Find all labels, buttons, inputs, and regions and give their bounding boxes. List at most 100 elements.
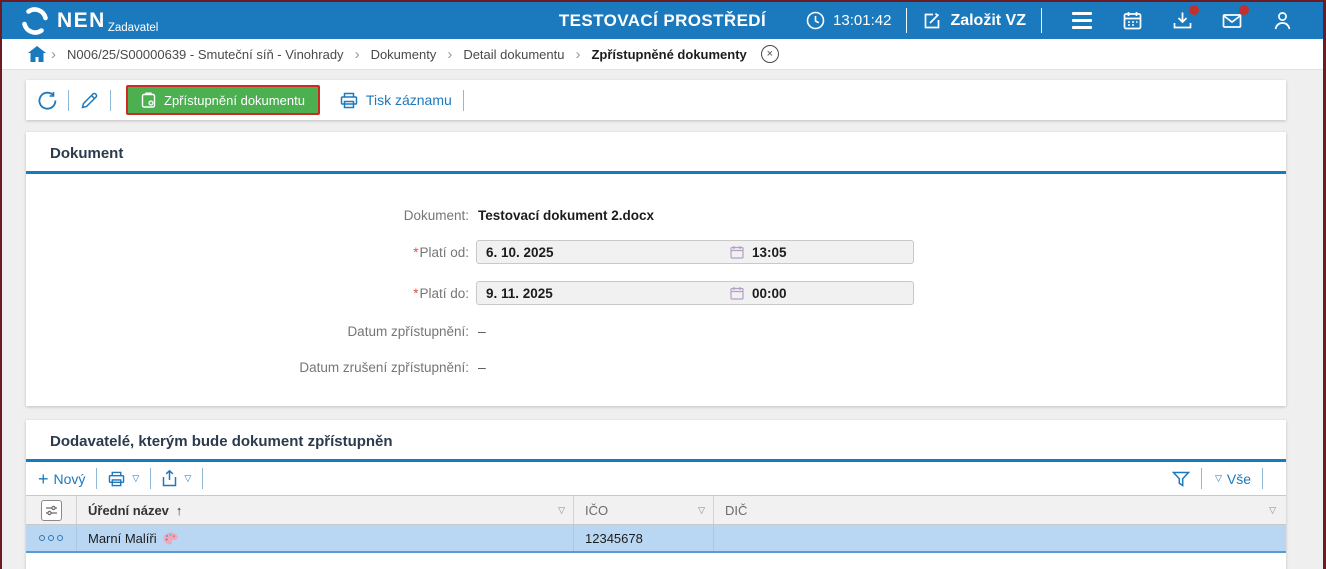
- plati-do-label: *Platí do:: [26, 286, 469, 301]
- datum-zpristupneni-label: Datum zpřístupnění:: [26, 324, 469, 339]
- divider: [1041, 8, 1042, 33]
- printer-icon: [340, 92, 358, 109]
- print-record-label: Tisk záznamu: [366, 92, 452, 108]
- suppliers-section-title: Dodavatelé, kterým bude dokument zpřístu…: [26, 420, 1286, 459]
- edit-pencil-icon[interactable]: [80, 91, 99, 110]
- plati-od-time-value[interactable]: 13:05: [752, 245, 787, 260]
- plati-do-date-value[interactable]: 9. 11. 2025: [477, 286, 730, 301]
- divider: [463, 90, 464, 111]
- supplier-dic-cell: [714, 525, 1286, 551]
- action-toolbar: Zpřístupnění dokumentu Tisk záznamu: [26, 80, 1286, 120]
- breadcrumb-separator-icon: ›: [447, 46, 452, 63]
- view-all-dropdown[interactable]: ▽ Vše: [1213, 471, 1251, 487]
- field-row-plati-od: *Platí od: 6. 10. 2025 13:05: [26, 240, 1286, 264]
- user-profile-icon[interactable]: [1270, 9, 1294, 33]
- nen-swirl-icon: [20, 6, 50, 36]
- close-tab-icon[interactable]: ×: [761, 45, 779, 63]
- dropdown-caret-icon: ▽: [184, 473, 191, 484]
- filter-button[interactable]: [1172, 471, 1190, 487]
- calendar-picker-icon[interactable]: [730, 286, 744, 300]
- clock-time: 13:01:42: [833, 12, 891, 29]
- notification-badge: [1189, 5, 1199, 15]
- plati-od-date-value[interactable]: 6. 10. 2025: [477, 245, 730, 260]
- clock-display: 13:01:42: [806, 11, 891, 30]
- field-row-datum-zruseni: Datum zrušení zpřístupnění: –: [26, 355, 1286, 379]
- view-all-label: Vše: [1227, 471, 1251, 487]
- menu-icon[interactable]: [1070, 9, 1094, 33]
- dokument-value: Testovací dokument 2.docx: [478, 208, 654, 223]
- plus-icon: +: [38, 470, 49, 488]
- brand-role: Zadavatel: [108, 22, 159, 34]
- calendar-icon[interactable]: [1120, 9, 1144, 33]
- supplier-name: Marní Malíři: [88, 531, 157, 546]
- access-document-label: Zpřístupnění dokumentu: [164, 93, 305, 108]
- column-label: Úřední název: [88, 503, 169, 518]
- downloads-icon[interactable]: [1170, 9, 1194, 33]
- print-menu-button[interactable]: ▽: [108, 471, 139, 487]
- breadcrumb-item-procedure[interactable]: N006/25/S00000639 - Smuteční síň - Vinoh…: [67, 47, 344, 62]
- palette-icon: [163, 532, 178, 545]
- breadcrumb: › N006/25/S00000639 - Smuteční síň - Vin…: [2, 39, 1323, 70]
- mail-icon[interactable]: [1220, 9, 1244, 33]
- plati-do-datetime-input[interactable]: 9. 11. 2025 00:00: [476, 281, 914, 305]
- sort-ascending-icon: ↑: [176, 503, 183, 518]
- refresh-icon[interactable]: [38, 91, 57, 110]
- access-document-button[interactable]: Zpřístupnění dokumentu: [126, 85, 320, 115]
- suppliers-section: Dodavatelé, kterým bude dokument zpřístu…: [26, 420, 1286, 569]
- supplier-name-cell: Marní Malíři: [77, 525, 574, 551]
- column-label: DIČ: [725, 503, 747, 518]
- column-filter-icon[interactable]: ▽: [1269, 505, 1276, 516]
- required-marker: *: [413, 245, 418, 260]
- document-section-title: Dokument: [26, 132, 1286, 171]
- field-row-datum-zpristupneni: Datum zpřístupnění: –: [26, 319, 1286, 343]
- field-row-plati-do: *Platí do: 9. 11. 2025 00:00: [26, 281, 1286, 305]
- column-config-cell: [26, 496, 77, 524]
- field-row-dokument: Dokument: Testovací dokument 2.docx: [26, 203, 1286, 227]
- plati-od-datetime-input[interactable]: 6. 10. 2025 13:05: [476, 240, 914, 264]
- breadcrumb-separator-icon: ›: [355, 46, 360, 63]
- print-record-button[interactable]: Tisk záznamu: [340, 92, 452, 109]
- column-filter-icon[interactable]: ▽: [558, 505, 565, 516]
- suppliers-grid-toolbar: + Nový ▽: [26, 462, 1286, 495]
- column-filter-icon[interactable]: ▽: [698, 505, 705, 516]
- breadcrumb-item-dokumenty[interactable]: Dokumenty: [371, 47, 437, 62]
- printer-icon: [108, 471, 125, 487]
- divider: [906, 8, 907, 33]
- app-window: NEN Zadavatel TESTOVACÍ PROSTŘEDÍ 13:01:…: [0, 0, 1326, 569]
- plati-do-time-value[interactable]: 00:00: [752, 286, 787, 301]
- clipboard-plus-icon: [141, 92, 156, 108]
- breadcrumb-separator-icon: ›: [51, 46, 56, 63]
- breadcrumb-item-detail[interactable]: Detail dokumentu: [463, 47, 564, 62]
- breadcrumb-item-current[interactable]: Zpřístupněné dokumenty: [591, 47, 746, 62]
- supplier-row[interactable]: Marní Malíři 12345678: [26, 525, 1286, 553]
- column-header-nazev[interactable]: Úřední název ↑ ▽: [77, 496, 574, 524]
- row-actions-cell: [26, 525, 77, 551]
- new-supplier-button[interactable]: + Nový: [38, 470, 85, 488]
- page-content: Zpřístupnění dokumentu Tisk záznamu Doku…: [2, 70, 1323, 569]
- dokument-label: Dokument:: [26, 208, 469, 223]
- section-rule: [26, 171, 1286, 174]
- column-label: IČO: [585, 503, 608, 518]
- column-header-ico[interactable]: IČO ▽: [574, 496, 714, 524]
- document-section: Dokument Dokument: Testovací dokument 2.…: [26, 132, 1286, 406]
- nen-logo[interactable]: NEN Zadavatel: [20, 6, 158, 36]
- edit-square-icon: [922, 11, 942, 31]
- export-icon: [162, 470, 177, 487]
- divider: [96, 468, 97, 489]
- home-icon[interactable]: [28, 46, 46, 62]
- brand-name: NEN: [57, 10, 106, 31]
- breadcrumb-separator-icon: ›: [575, 46, 580, 63]
- calendar-picker-icon[interactable]: [730, 245, 744, 259]
- export-menu-button[interactable]: ▽: [162, 470, 191, 487]
- divider: [202, 468, 203, 489]
- plati-od-label: *Platí od:: [26, 245, 469, 260]
- row-menu-icon[interactable]: [39, 535, 63, 541]
- datum-zpristupneni-value: –: [478, 323, 486, 339]
- create-vz-button[interactable]: Založit VZ: [922, 11, 1026, 31]
- column-settings-icon[interactable]: [41, 500, 62, 521]
- column-header-dic[interactable]: DIČ ▽: [714, 496, 1286, 524]
- divider: [110, 90, 111, 111]
- clock-icon: [806, 11, 825, 30]
- required-marker: *: [413, 286, 418, 301]
- notification-badge: [1239, 5, 1249, 15]
